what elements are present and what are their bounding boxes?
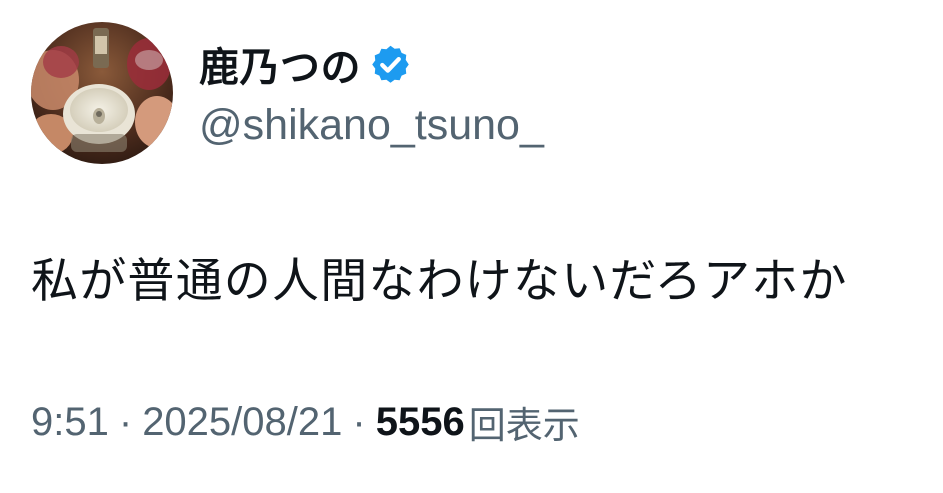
meta-separator: · [118,399,133,444]
author-name-row: 鹿乃つの [199,36,412,92]
views-label: 回表示 [468,404,580,447]
views-count: 5556 [375,399,465,444]
avatar[interactable] [31,22,173,164]
tweet-date[interactable]: 2025/08/21 [142,400,342,445]
tweet-text: 私が普通の人間なわけないだろアホか [31,254,848,309]
display-name[interactable]: 鹿乃つの [199,35,361,93]
meta-separator: · [352,399,366,444]
tweet-meta: 9:51 · 2025/08/21 · 5556 回表示 [31,394,580,450]
avatar-photo [31,22,173,164]
author-handle[interactable]: @shikano_tsuno_ [199,101,544,150]
verified-badge-icon [372,45,409,83]
tweet-time[interactable]: 9:51 [31,400,109,445]
